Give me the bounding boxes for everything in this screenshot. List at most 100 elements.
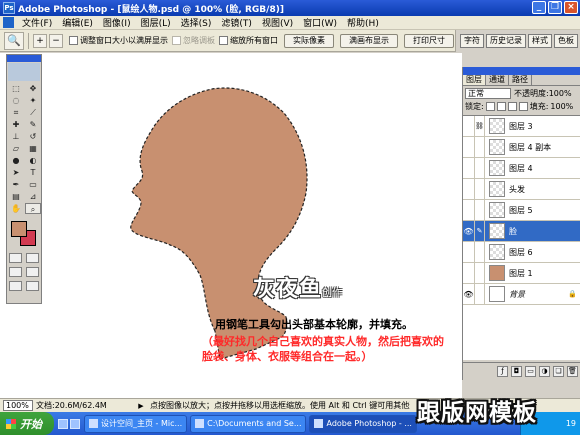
zoom-in-icon[interactable]: + [33, 33, 47, 48]
minimize-button[interactable]: _ [532, 1, 546, 14]
new-set-icon[interactable]: ▭ [525, 366, 536, 377]
layer-row[interactable]: 图层 1 [463, 262, 580, 284]
desktop-icon[interactable] [70, 418, 80, 429]
clone-stamp-icon[interactable]: ⊥ [8, 131, 24, 142]
lock-transparent-icon[interactable] [485, 102, 495, 111]
taskbar-item-browser[interactable]: 设计空间_主页 - Mic... [84, 414, 188, 433]
pen-icon[interactable]: ✒ [8, 179, 24, 190]
restore-button[interactable]: ❐ [548, 1, 562, 14]
link-toggle[interactable] [475, 136, 485, 158]
layer-row[interactable]: ⛓ 图层 3 [463, 115, 580, 137]
document-canvas[interactable]: 灰夜鱼创作 用钢笔工具勾出头部基本轮廓，并填充。 （最好找几个自己喜欢的真实人物… [0, 53, 462, 398]
tab-channels[interactable]: 通道 [486, 75, 509, 85]
dodge-icon[interactable]: ◐ [25, 155, 41, 166]
quickmask-mode-icon[interactable] [26, 253, 39, 263]
gradient-icon[interactable]: ▦ [25, 143, 41, 154]
ie-icon[interactable] [58, 418, 68, 429]
fill-value[interactable]: 100% [550, 102, 573, 111]
link-toggle[interactable] [475, 241, 485, 263]
slice-icon[interactable]: ⟋ [25, 107, 41, 118]
marquee-icon[interactable]: ⬚ [8, 83, 24, 94]
history-brush-icon[interactable]: ↺ [25, 131, 41, 142]
standard-mode-icon[interactable] [9, 253, 22, 263]
visibility-toggle[interactable] [463, 157, 475, 179]
notes-icon[interactable]: ▤ [8, 191, 24, 202]
document-icon[interactable] [3, 17, 14, 28]
menu-edit[interactable]: 编辑(E) [57, 16, 98, 29]
zoom-tool-icon[interactable]: ⌕ [25, 203, 41, 214]
move-icon[interactable]: ✥ [25, 83, 41, 94]
tab-layers[interactable]: 图层 [463, 75, 486, 85]
document-size[interactable]: 文档:20.6M/62.4M [36, 400, 136, 411]
edit-in-imageready-icon[interactable] [26, 281, 39, 291]
layer-mask-icon[interactable]: ◘ [511, 366, 522, 377]
ignore-palettes-checkbox[interactable]: 忽略调板 [172, 35, 215, 46]
link-toggle[interactable] [475, 199, 485, 221]
link-toggle[interactable] [475, 178, 485, 200]
fit-screen-button[interactable]: 满画布显示 [340, 33, 398, 48]
visibility-toggle[interactable] [463, 262, 475, 284]
photoshop-app-icon[interactable]: Ps [3, 2, 15, 14]
trash-icon[interactable]: 🗑 [567, 366, 578, 377]
checkbox-box[interactable] [69, 36, 78, 45]
toolbox-titlebar[interactable] [7, 55, 41, 62]
visibility-toggle[interactable] [463, 136, 475, 158]
eye-icon[interactable]: 👁 [463, 283, 475, 305]
menu-layer[interactable]: 图层(L) [136, 16, 176, 29]
layer-row[interactable]: 图层 5 [463, 199, 580, 221]
blend-mode-select[interactable]: 正常 [465, 87, 511, 99]
magic-wand-icon[interactable]: ✦ [25, 95, 41, 106]
menu-file[interactable]: 文件(F) [17, 16, 57, 29]
screen-mode-standard-icon[interactable] [9, 267, 22, 277]
zoom-out-icon[interactable]: − [49, 33, 63, 48]
layer-style-icon[interactable]: ƒ [497, 366, 508, 377]
eyedropper-icon[interactable]: ⊿ [25, 191, 41, 202]
lasso-icon[interactable]: ◌ [8, 95, 24, 106]
brush-icon[interactable]: ✎ [25, 119, 41, 130]
healing-brush-icon[interactable]: ✚ [8, 119, 24, 130]
tab-styles[interactable]: 样式 [528, 34, 552, 48]
visibility-toggle[interactable] [463, 241, 475, 263]
menu-help[interactable]: 帮助(H) [342, 16, 384, 29]
zoom-field[interactable]: 100% [3, 400, 33, 411]
eraser-icon[interactable]: ▱ [8, 143, 24, 154]
lock-image-icon[interactable] [496, 102, 506, 111]
crop-icon[interactable]: ⌗ [8, 107, 24, 118]
print-size-button[interactable]: 打印尺寸 [404, 33, 454, 48]
tab-swatches[interactable]: 色板 [554, 34, 578, 48]
layer-row[interactable]: 头发 [463, 178, 580, 200]
clock[interactable]: 19 [566, 419, 576, 428]
visibility-toggle[interactable] [463, 115, 475, 137]
layer-row-selected[interactable]: 👁 ✎ 脸 [463, 220, 580, 242]
lock-position-icon[interactable] [507, 102, 517, 111]
actual-pixels-button[interactable]: 实际像素 [284, 33, 334, 48]
eye-icon[interactable]: 👁 [463, 220, 475, 242]
menu-view[interactable]: 视图(V) [257, 16, 298, 29]
taskbar-item-photoshop[interactable]: Adobe Photoshop - ... [309, 414, 417, 433]
tab-paths[interactable]: 路径 [509, 75, 532, 85]
link-toggle[interactable] [475, 283, 485, 305]
menu-select[interactable]: 选择(S) [176, 16, 217, 29]
adobe-logo-icon[interactable] [8, 63, 40, 81]
taskbar-item-folder[interactable]: C:\Documents and Se... [190, 414, 307, 433]
layer-row[interactable]: 👁 背景 🔒 [463, 283, 580, 305]
layer-row[interactable]: 图层 4 [463, 157, 580, 179]
menu-image[interactable]: 图像(I) [98, 16, 136, 29]
link-toggle[interactable]: ⛓ [475, 115, 485, 137]
blur-icon[interactable]: ● [8, 155, 24, 166]
checkbox-box[interactable] [172, 36, 181, 45]
link-toggle[interactable] [475, 262, 485, 284]
resize-windows-checkbox[interactable]: 调整窗口大小以满屏显示 [69, 35, 168, 46]
tab-history[interactable]: 历史记录 [486, 34, 526, 48]
start-button[interactable]: 开始 [0, 412, 54, 435]
zoom-all-windows-checkbox[interactable]: 缩放所有窗口 [219, 35, 278, 46]
visibility-toggle[interactable] [463, 178, 475, 200]
menu-filter[interactable]: 滤镜(T) [216, 16, 257, 29]
layer-row[interactable]: 图层 4 副本 [463, 136, 580, 158]
layer-row[interactable]: 图层 6 [463, 241, 580, 263]
jump-to-imageready-icon[interactable] [9, 281, 22, 291]
layers-titlebar[interactable] [463, 67, 580, 75]
status-menu-icon[interactable]: ▶ [136, 401, 146, 411]
screen-mode-full-icon[interactable] [26, 267, 39, 277]
menu-window[interactable]: 窗口(W) [298, 16, 342, 29]
